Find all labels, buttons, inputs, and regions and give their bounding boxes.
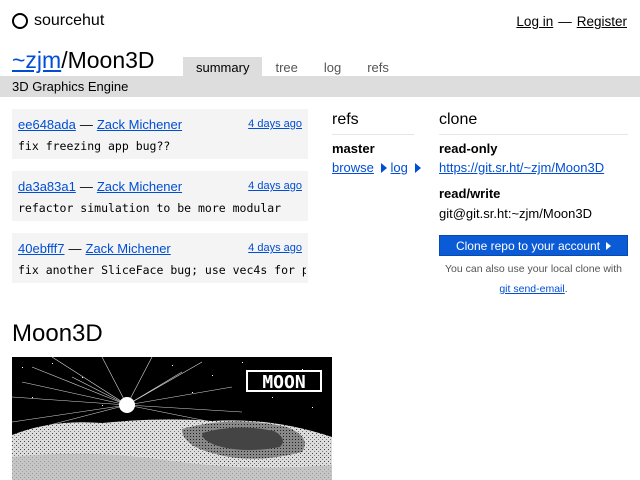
commit-item: ee648ada — Zack Michener 4 days ago fix fr… xyxy=(12,109,308,159)
moon-scene-graphic: MOON xyxy=(12,357,332,480)
commit-author-link[interactable]: Zack Michener xyxy=(97,117,182,132)
repo-name: Moon3D xyxy=(67,47,155,73)
site-name: sourcehut xyxy=(34,12,105,29)
commit-time-link[interactable]: 4 days ago xyxy=(248,180,302,192)
readonly-label: read-only xyxy=(439,141,498,156)
sourcehut-logo[interactable]: sourcehut xyxy=(12,12,104,30)
commit-hash-link[interactable]: da3a83a1 xyxy=(18,179,76,194)
tab-tree[interactable]: tree xyxy=(262,57,310,79)
caret-right-icon xyxy=(414,163,421,173)
commit-time-link[interactable]: 4 days ago xyxy=(248,118,302,130)
tab-refs[interactable]: refs xyxy=(354,57,402,79)
repo-tabs: summary tree log refs xyxy=(183,57,402,79)
commit-separator: — xyxy=(68,241,82,256)
clone-repo-button[interactable]: Clone repo to your account xyxy=(439,235,628,256)
branch-log-link[interactable]: log xyxy=(391,160,408,175)
git-send-email-link[interactable]: git send-email xyxy=(499,283,564,295)
commit-message: fix another SliceFace bug; use vec4s for… xyxy=(18,263,306,277)
commit-time-link[interactable]: 4 days ago xyxy=(248,242,302,254)
commit-message: refactor simulation to be more modular xyxy=(18,201,282,215)
tab-summary[interactable]: summary xyxy=(183,57,263,79)
commit-author-link[interactable]: Zack Michener xyxy=(86,241,171,256)
commit-hash-link[interactable]: ee648ada xyxy=(18,117,76,132)
commit-author-link[interactable]: Zack Michener xyxy=(97,179,182,194)
top-bar: sourcehut Log in — Register xyxy=(0,0,640,44)
readwrite-url[interactable]: git@git.sr.ht:~zjm/Moon3D xyxy=(439,206,592,221)
repo-description: 3D Graphics Engine xyxy=(12,79,129,94)
readme-title: Moon3D xyxy=(12,320,103,347)
clone-note-text: You can also use your local clone with xyxy=(444,263,623,275)
clone-button-label: Clone repo to your account xyxy=(455,238,601,253)
auth-separator: — xyxy=(558,14,572,29)
login-link[interactable]: Log in xyxy=(516,14,553,29)
branch-name: master xyxy=(332,141,375,156)
moon-logo-text: MOON xyxy=(262,372,305,393)
logo-circle-icon xyxy=(12,13,28,29)
commit-message: fix freezing app bug?? xyxy=(18,139,171,153)
clone-note: You can also use your local clone with g… xyxy=(439,259,628,299)
caret-right-icon xyxy=(380,163,387,173)
readonly-url-link[interactable]: https://git.sr.ht/~zjm/Moon3D xyxy=(439,160,604,175)
clone-heading: clone xyxy=(439,111,628,135)
register-link[interactable]: Register xyxy=(577,14,627,29)
commit-item: 40ebfff7— Zack Michener 4 days ago fix an… xyxy=(12,233,308,283)
description-bar: 3D Graphics Engine xyxy=(0,76,640,97)
commit-hash-link[interactable]: 40ebfff7 xyxy=(18,241,65,256)
commit-separator: — xyxy=(79,117,93,132)
clone-note-period: . xyxy=(564,283,568,295)
commit-separator: — xyxy=(79,179,93,194)
refs-heading: refs xyxy=(332,111,414,135)
browse-link[interactable]: browse xyxy=(332,160,374,175)
commit-item: da3a83a1— Zack Michener 4 days ago refact… xyxy=(12,171,308,221)
sun-icon xyxy=(119,397,135,413)
moon-render-image: MOON xyxy=(12,357,332,480)
readwrite-label: read/write xyxy=(439,186,501,201)
repo-title: ~zjm/Moon3D xyxy=(12,46,155,74)
auth-links: Log in — Register xyxy=(516,14,627,29)
branch-log-label: log xyxy=(390,160,408,175)
caret-right-icon xyxy=(606,241,612,250)
browse-label: browse xyxy=(332,160,374,175)
repo-owner-link[interactable]: ~zjm xyxy=(12,47,61,73)
branch-links: browse log xyxy=(332,160,421,175)
moon-logo: MOON xyxy=(246,370,322,393)
tab-log[interactable]: log xyxy=(311,57,354,79)
